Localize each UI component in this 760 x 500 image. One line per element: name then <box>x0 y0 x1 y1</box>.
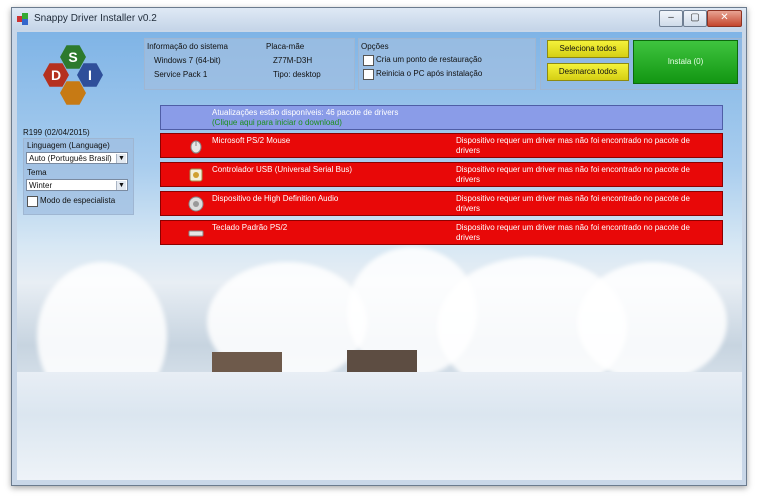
speaker-icon <box>188 196 204 212</box>
keyboard-icon <box>188 230 204 237</box>
logo-area: S D I <box>18 44 143 122</box>
updates-available-bar[interactable]: Atualizações estão disponíveis: 46 pacot… <box>160 105 723 130</box>
language-value: Auto (Português Brasil) <box>29 154 112 163</box>
reboot-checkbox[interactable] <box>363 69 374 80</box>
reboot-label: Reinicia o PC após instalação <box>376 69 483 78</box>
minimize-button[interactable]: – <box>659 10 683 27</box>
motherboard-header: Placa-mãe <box>266 42 305 51</box>
main-area: S D I R199 (02/04/2015) Linguagem (Langu… <box>17 32 742 480</box>
mouse-icon <box>190 140 202 154</box>
device-status: Dispositivo requer um driver mas não foi… <box>456 136 690 155</box>
install-button[interactable]: Instala (0) <box>633 40 738 84</box>
device-row[interactable]: Controlador USB (Universal Serial Bus) D… <box>160 162 723 187</box>
title-bar[interactable]: Snappy Driver Installer v0.2 – ▢ ✕ <box>12 8 746 30</box>
select-all-button[interactable]: Seleciona todos <box>547 40 629 58</box>
device-status: Dispositivo requer um driver mas não foi… <box>456 223 690 242</box>
device-status: Dispositivo requer um driver mas não foi… <box>456 165 690 184</box>
device-name: Dispositivo de High Definition Audio <box>212 194 339 203</box>
device-name: Microsoft PS/2 Mouse <box>212 136 291 145</box>
language-label: Linguagem (Language) <box>27 141 110 150</box>
revision-label: R199 (02/04/2015) <box>23 128 90 137</box>
pc-type-value: Tipo: desktop <box>273 70 321 79</box>
theme-value: Winter <box>29 181 53 190</box>
system-info-header: Informação do sistema <box>147 42 228 51</box>
settings-panel: Linguagem (Language) Auto (Português Bra… <box>23 138 134 215</box>
device-name: Controlador USB (Universal Serial Bus) <box>212 165 353 174</box>
system-info-panel: Informação do sistema Placa-mãe Windows … <box>144 38 355 90</box>
updates-download-link[interactable]: (Clique aqui para iniciar o download) <box>212 118 342 127</box>
minimize-icon: – <box>668 12 674 23</box>
device-row[interactable]: Microsoft PS/2 Mouse Dispositivo requer … <box>160 133 723 158</box>
deselect-all-button[interactable]: Desmarca todos <box>547 63 629 81</box>
restore-point-checkbox[interactable] <box>363 55 374 66</box>
device-row[interactable]: Teclado Padrão PS/2 Dispositivo requer u… <box>160 220 723 245</box>
chevron-down-icon[interactable]: ▼ <box>116 154 126 163</box>
usb-icon <box>189 168 203 182</box>
chevron-down-icon[interactable]: ▼ <box>116 181 126 190</box>
app-window: Snappy Driver Installer v0.2 – ▢ ✕ S D I <box>11 7 747 486</box>
app-icon <box>17 13 28 25</box>
maximize-button[interactable]: ▢ <box>683 10 707 27</box>
options-header: Opções <box>361 42 389 51</box>
close-button[interactable]: ✕ <box>707 10 742 27</box>
expert-mode-checkbox[interactable] <box>27 196 38 207</box>
maximize-icon: ▢ <box>690 12 700 23</box>
theme-label: Tema <box>27 168 47 177</box>
theme-select[interactable]: Winter ▼ <box>26 179 128 191</box>
board-value: Z77M-D3H <box>273 56 313 65</box>
device-name: Teclado Padrão PS/2 <box>212 223 288 232</box>
service-pack-value: Service Pack 1 <box>154 70 208 79</box>
updates-text: Atualizações estão disponíveis: 46 pacot… <box>212 108 399 117</box>
options-panel: Opções Cria um ponto de restauração Rein… <box>358 38 536 90</box>
window-title: Snappy Driver Installer v0.2 <box>34 13 157 24</box>
device-status: Dispositivo requer um driver mas não foi… <box>456 194 690 213</box>
language-select[interactable]: Auto (Português Brasil) ▼ <box>26 152 128 164</box>
close-icon: ✕ <box>720 12 729 23</box>
os-value: Windows 7 (64-bit) <box>154 56 221 65</box>
restore-point-label: Cria um ponto de restauração <box>376 55 482 64</box>
device-row[interactable]: Dispositivo de High Definition Audio Dis… <box>160 191 723 216</box>
expert-mode-label: Modo de especialista <box>40 196 116 205</box>
